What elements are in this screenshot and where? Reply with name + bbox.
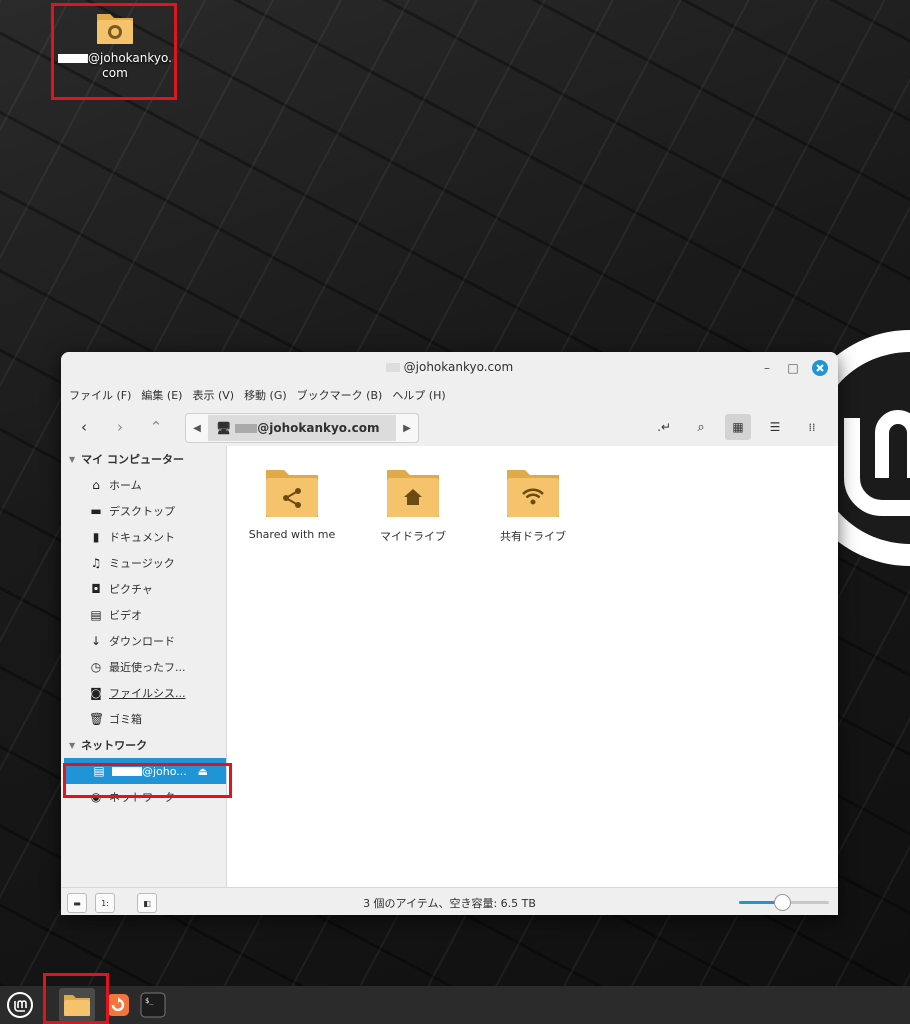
sidebar-item-desktop[interactable]: ▬ デスクトップ [61,498,226,524]
mint-menu-icon [7,992,33,1018]
desktop-icon: ▬ [90,504,102,518]
taskbar-update-manager[interactable] [103,990,133,1020]
close-button[interactable] [811,359,829,377]
menu-view[interactable]: 表示 (V) [192,387,234,403]
home-folder-icon [387,470,439,517]
camera-icon: ◘ [91,582,101,596]
menu-help[interactable]: ヘルプ (H) [392,387,445,403]
location-entry-icon: .↵ [657,420,671,434]
folder-icon [64,995,90,1016]
sidebar-item-recent[interactable]: ◷ 最近使ったフ... [61,654,226,680]
home-icon: ⌂ [92,478,100,492]
document-icon: ▮ [92,530,100,544]
search-button[interactable]: ⌕ [688,414,714,440]
close-icon [812,360,828,376]
folder-shared-with-me[interactable]: Shared with me [237,466,347,541]
minimize-button[interactable]: – [758,359,776,377]
back-button[interactable]: ‹ [71,414,97,440]
sidebar-item-documents[interactable]: ▮ ドキュメント [61,524,226,550]
triangle-down-icon: ▼ [69,454,76,464]
network-globe-icon: ◉ [90,790,102,804]
update-manager-icon [107,994,129,1016]
chevron-left-icon: ‹ [81,418,87,436]
window-body: ▼ マイ コンピューター ⌂ ホーム ▬ デスクトップ ▮ ドキュメント ♫ ミュージック… [61,446,838,887]
menu-bookmarks[interactable]: ブックマーク (B) [297,387,383,403]
taskbar: $_ [0,986,910,1024]
sidebar-section-my-computer[interactable]: ▼ マイ コンピューター [61,446,226,472]
window-titlebar[interactable]: @johokankyo.com – □ [61,352,838,382]
trash-icon: 🗑 [89,712,105,726]
folder-my-drive[interactable]: マイドライブ [358,466,468,544]
redacted-text [235,423,258,433]
search-icon: ⌕ [697,419,705,435]
menu-file[interactable]: ファイル (F) [69,387,131,403]
wifi-folder-icon [507,470,559,517]
desktop-drive-shortcut[interactable]: @johokankyo. com [56,8,174,94]
forward-button[interactable]: › [107,414,133,440]
menu-go[interactable]: 移動 (G) [244,387,287,403]
sidebar-item-network[interactable]: ◉ ネットワーク [61,784,226,810]
sidebar-item-filesystem[interactable]: ◙ ファイルシス... [61,680,226,706]
eject-icon[interactable]: ⏏ [198,765,208,778]
desktop-icon-label: @johokankyo. com [56,51,174,81]
share-folder-icon [266,470,318,517]
drive-icon: ◙ [90,686,102,700]
server-icon: ▤ [93,764,105,778]
folder-shared-drive[interactable]: 共有ドライブ [478,466,588,544]
maximize-button[interactable]: □ [784,359,802,377]
list-view-button[interactable]: ☰ [762,414,788,440]
sidebar-item-trash[interactable]: 🗑 ゴミ箱 [61,706,226,732]
taskbar-terminal[interactable]: $_ [138,990,168,1020]
download-icon: ↓ [90,634,102,648]
location-bar: ◀ 🖥 @johokankyo.com ▶ [185,413,419,443]
sidebar-item-music[interactable]: ♫ ミュージック [61,550,226,576]
status-text: 3 個のアイテム、空き容量: 6.5 TB [363,897,536,910]
sidebar: ▼ マイ コンピューター ⌂ ホーム ▬ デスクトップ ▮ ドキュメント ♫ ミュージック… [61,446,227,887]
icon-view-button[interactable]: ▦ [725,414,751,440]
music-icon: ♫ [90,556,102,570]
triangle-down-icon: ▼ [69,740,76,750]
file-view[interactable]: Shared with me マイドライブ 共有ドライブ [227,446,838,887]
taskbar-file-manager[interactable] [59,988,95,1022]
recent-icon: ◷ [90,660,102,674]
video-icon: ▤ [90,608,102,622]
redacted-text [58,54,89,63]
toolbar: ‹ › ⌃ ◀ 🖥 @johokankyo.com ▶ .↵ ⌕ ▦ ☰ ⁞⁞ [61,408,838,446]
sidebar-section-network[interactable]: ▼ ネットワーク [61,732,226,758]
svg-text:$_: $_ [145,997,154,1005]
menu-button[interactable] [5,990,35,1020]
sidebar-item-pictures[interactable]: ◘ ピクチャ [61,576,226,602]
compact-view-icon: ⁞⁞ [808,420,816,434]
server-icon: 🖥 [216,421,232,435]
sidebar-item-videos[interactable]: ▤ ビデオ [61,602,226,628]
up-button[interactable]: ⌃ [143,414,169,440]
path-crumb[interactable]: 🖥 @johokankyo.com [208,415,396,441]
toggle-location-button[interactable]: .↵ [651,414,677,440]
redacted-text [385,363,400,372]
network-folder-icon [97,14,133,44]
path-prev-button[interactable]: ◀ [186,423,208,434]
window-title: @johokankyo.com [61,360,838,374]
sidebar-item-home[interactable]: ⌂ ホーム [61,472,226,498]
list-view-icon: ☰ [769,420,781,434]
zoom-slider[interactable] [739,894,829,911]
sidebar-item-drive-mount[interactable]: ▤ @joho... ⏏ [64,758,226,784]
status-bar: ▬ 1: ◧ 3 個のアイテム、空き容量: 6.5 TB [61,887,838,915]
sidebar-item-downloads[interactable]: ↓ ダウンロード [61,628,226,654]
path-next-button[interactable]: ▶ [396,423,418,434]
redacted-text [112,766,142,776]
menu-bar: ファイル (F) 編集 (E) 表示 (V) 移動 (G) ブックマーク (B)… [61,382,838,408]
chevron-right-icon: › [117,418,123,436]
menu-edit[interactable]: 編集 (E) [141,387,182,403]
grid-view-icon: ▦ [732,420,744,434]
compact-view-button[interactable]: ⁞⁞ [799,414,825,440]
chevron-up-icon: ⌃ [149,418,163,436]
terminal-icon: $_ [140,992,166,1018]
file-manager-window: @johokankyo.com – □ ファイル (F) 編集 (E) 表示 (… [61,352,838,915]
